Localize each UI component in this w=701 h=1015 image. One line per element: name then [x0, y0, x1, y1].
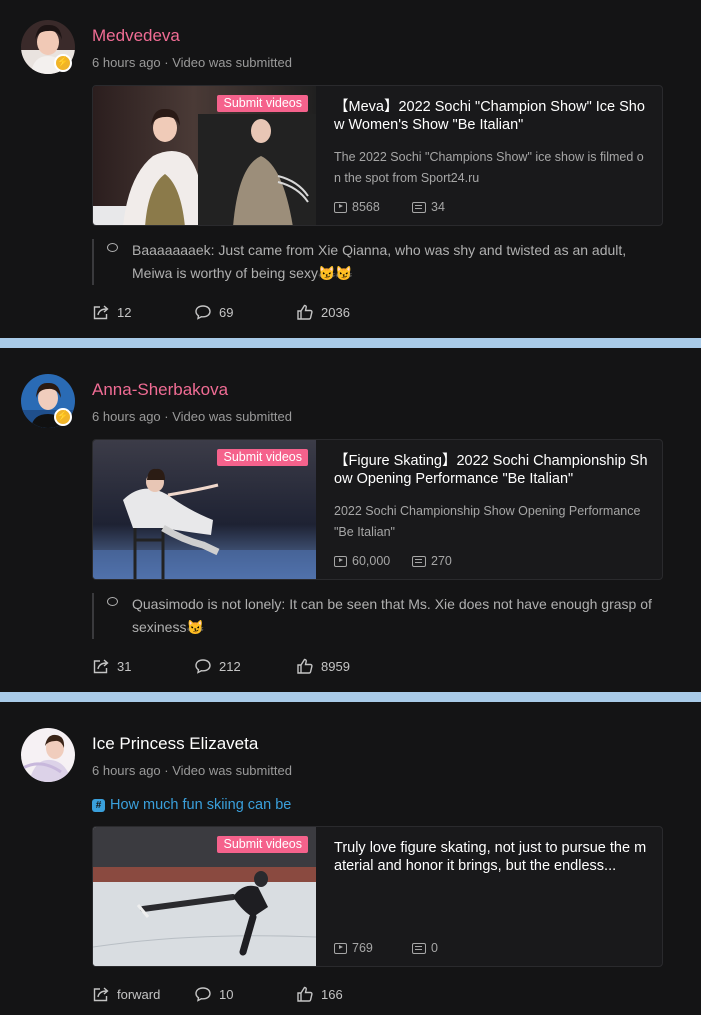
- share-icon: [93, 305, 109, 320]
- play-count-icon: [334, 555, 347, 567]
- author-name[interactable]: Medvedeva: [92, 26, 180, 46]
- video-card[interactable]: Submit videos 【Meva】2022 Sochi "Champion…: [92, 85, 663, 226]
- video-card[interactable]: Submit videos 【Figure Skating】2022 Sochi…: [92, 439, 663, 580]
- danmaku-count: 0: [412, 941, 438, 955]
- like-count: 166: [321, 986, 343, 1002]
- forward-button[interactable]: forward: [92, 986, 160, 1002]
- play-count-value: 769: [352, 941, 373, 955]
- comment-bubble-icon: [107, 597, 118, 606]
- danmaku-count: 34: [412, 200, 445, 214]
- play-count: 769: [334, 941, 412, 955]
- share-icon: [93, 987, 109, 1002]
- avatar-container[interactable]: [0, 708, 80, 788]
- like-button[interactable]: 166: [296, 986, 343, 1002]
- video-description: 2022 Sochi Championship Show Opening Per…: [334, 504, 641, 539]
- comment-icon: [195, 305, 211, 320]
- danmaku-count-value: 0: [431, 941, 438, 955]
- submit-videos-tag: Submit videos: [217, 95, 308, 112]
- video-card[interactable]: Submit videos Truly love figure skating,…: [92, 826, 663, 967]
- comment-icon: [195, 987, 211, 1002]
- comment-count: 10: [219, 986, 234, 1002]
- comment-button[interactable]: 212: [194, 658, 241, 674]
- danmaku-count: 270: [412, 554, 452, 568]
- comment-bubble-icon: [107, 243, 118, 252]
- thumbs-up-icon: [297, 986, 313, 1002]
- play-count-icon: [334, 942, 347, 954]
- avatar-container[interactable]: ⚡: [0, 0, 80, 80]
- author-name[interactable]: Ice Princess Elizaveta: [92, 734, 258, 754]
- forward-label: forward: [117, 986, 161, 1002]
- video-stats: 60,000 270: [334, 554, 452, 568]
- topic-text: How much fun skiing can be: [110, 797, 292, 813]
- comment-button[interactable]: 69: [194, 304, 233, 320]
- danmaku-count-value: 34: [431, 200, 445, 214]
- avatar[interactable]: [21, 728, 75, 782]
- video-title[interactable]: Truly love figure skating, not just to p…: [334, 839, 652, 875]
- featured-comment[interactable]: Baaaaaaaek: Just came from Xie Qianna, w…: [92, 239, 662, 285]
- post-meta: 6 hours ago · Video was submitted: [92, 55, 292, 70]
- play-count-value: 60,000: [352, 554, 391, 568]
- submit-videos-tag: Submit videos: [217, 836, 308, 853]
- play-count: 8568: [334, 200, 412, 214]
- video-description: The 2022 Sochi "Champions Show" ice show…: [334, 150, 644, 185]
- like-button[interactable]: 8959: [296, 658, 350, 674]
- play-count-value: 8568: [352, 200, 380, 214]
- comment-icon: [195, 659, 211, 674]
- author-name[interactable]: Anna-Sherbakova: [92, 380, 228, 400]
- feed-post: ⚡ Medvedeva 6 hours ago · Video was subm…: [0, 0, 701, 338]
- post-meta: 6 hours ago · Video was submitted: [92, 763, 292, 778]
- comment-count: 212: [219, 658, 241, 674]
- video-title[interactable]: 【Meva】2022 Sochi "Champion Show" Ice Sho…: [334, 98, 652, 134]
- video-thumbnail[interactable]: Submit videos: [93, 827, 316, 966]
- danmaku-icon: [412, 942, 426, 954]
- share-icon: [93, 659, 109, 674]
- danmaku-icon: [412, 555, 426, 567]
- comment-text: Quasimodo is not lonely: It can be seen …: [132, 596, 652, 635]
- like-count: 8959: [321, 658, 350, 674]
- video-thumbnail[interactable]: Submit videos: [93, 86, 316, 225]
- play-count-icon: [334, 201, 347, 213]
- hashtag-icon: #: [92, 798, 105, 812]
- comment-text: Baaaaaaaek: Just came from Xie Qianna, w…: [132, 242, 627, 281]
- verified-lightning-icon: ⚡: [54, 408, 72, 426]
- post-meta: 6 hours ago · Video was submitted: [92, 409, 292, 424]
- avatar-container[interactable]: ⚡: [0, 354, 80, 434]
- featured-comment[interactable]: Quasimodo is not lonely: It can be seen …: [92, 593, 662, 639]
- thumbs-up-icon: [297, 658, 313, 674]
- submit-videos-tag: Submit videos: [217, 449, 308, 466]
- video-thumbnail[interactable]: Submit videos: [93, 440, 316, 579]
- share-button[interactable]: 12: [92, 304, 131, 320]
- danmaku-icon: [412, 201, 426, 213]
- share-count: 12: [117, 304, 132, 320]
- share-count: 31: [117, 658, 132, 674]
- danmaku-count-value: 270: [431, 554, 452, 568]
- feed-post: Ice Princess Elizaveta 6 hours ago · Vid…: [0, 702, 701, 1015]
- comment-button[interactable]: 10: [194, 986, 233, 1002]
- video-stats: 8568 34: [334, 200, 445, 214]
- verified-lightning-icon: ⚡: [54, 54, 72, 72]
- thumbs-up-icon: [297, 304, 313, 320]
- feed-post: ⚡ Anna-Sherbakova 6 hours ago · Video wa…: [0, 348, 701, 692]
- video-stats: 769 0: [334, 941, 438, 955]
- share-button[interactable]: 31: [92, 658, 131, 674]
- play-count: 60,000: [334, 554, 412, 568]
- like-button[interactable]: 2036: [296, 304, 350, 320]
- video-title[interactable]: 【Figure Skating】2022 Sochi Championship …: [334, 452, 652, 488]
- comment-count: 69: [219, 304, 234, 320]
- topic-link[interactable]: # How much fun skiing can be: [92, 797, 291, 813]
- like-count: 2036: [321, 304, 350, 320]
